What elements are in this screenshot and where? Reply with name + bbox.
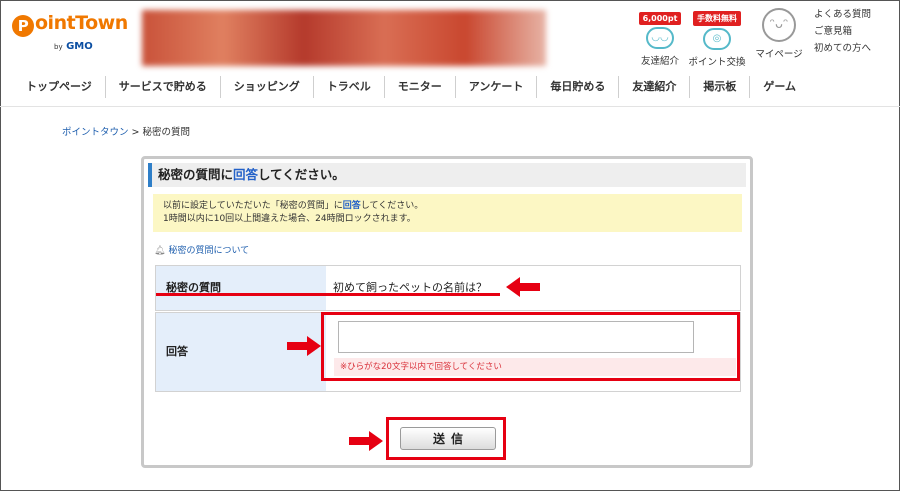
faq-link[interactable]: よくある質問 [814,6,871,23]
arrow-right-icon [349,431,383,451]
arrow-left-icon [506,277,540,297]
breadcrumb-separator: > [131,127,140,138]
nav-item-games[interactable]: ゲーム [749,76,809,98]
nav-item-services[interactable]: サービスで貯める [104,76,220,98]
notice-line-1: 以前に設定していただいた「秘密の質問」に回答してください。 [163,201,424,211]
breadcrumb-home-link[interactable]: ポイントタウン [62,127,129,138]
notice-box: 以前に設定していただいた「秘密の質問」に回答してください。 1時間以内に10回以… [153,194,742,232]
pointtown-logo[interactable]: PointTown by GMO [12,12,137,60]
logo-text: ointTown [35,12,128,34]
no-fee-badge: 手数料無料 [693,11,741,26]
smile-icon: ◡◡ [646,27,674,49]
nav-item-monitor[interactable]: モニター [383,76,455,98]
panel-title: 秘密の質問に回答してください。 [148,163,746,187]
question-label: 秘密の質問 [156,266,326,310]
point-exchange-label: ポイント交換 [688,57,746,68]
nav-item-board[interactable]: 掲示板 [689,76,749,98]
nav-item-top[interactable]: トップページ [14,76,105,98]
nav-item-daily[interactable]: 毎日貯める [536,76,618,98]
about-secret-question-link[interactable]: 🔔︎ 秘密の質問について [154,243,249,256]
avatar-icon: ᵔᴗᵔ [762,8,796,42]
blurred-banner-ad[interactable] [142,10,546,66]
header-links: よくある質問 ご意見箱 初めての方へ [814,6,871,57]
header-mypage[interactable]: ᵔᴗᵔ マイページ [750,8,808,60]
nav-item-shopping[interactable]: ショッピング [219,76,313,98]
notice-line-2: 1時間以内に10回以上間違えた場合、24時間ロックされます。 [163,214,416,224]
nav-item-travel[interactable]: トラベル [312,76,384,98]
breadcrumb-current: 秘密の質問 [142,127,191,138]
question-underline-highlight [156,293,500,296]
friend-invite-label: 友達紹介 [640,56,679,67]
logo-by-gmo: by GMO [54,41,93,52]
coin-exchange-icon: ◎ [703,28,731,50]
beginners-link[interactable]: 初めての方へ [814,40,871,57]
submit-button-highlight [386,417,506,460]
bell-icon: 🔔︎ [154,246,166,256]
nav-divider [0,106,900,107]
header-friend-invite[interactable]: 6,000pt ◡◡ 友達紹介 [631,6,689,67]
breadcrumb: ポイントタウン > 秘密の質問 [62,124,190,138]
feedback-link[interactable]: ご意見箱 [814,23,871,40]
header-point-exchange[interactable]: 手数料無料 ◎ ポイント交換 [688,6,746,68]
answer-field-highlight [321,312,740,381]
arrow-right-icon [287,336,321,356]
logo-initial: P [12,15,34,37]
question-row: 秘密の質問 初めて飼ったペットの名前は？ [155,265,741,311]
logo-wordmark: PointTown [12,12,128,37]
points-badge: 6,000pt [638,12,682,25]
global-nav: トップページ サービスで貯める ショッピング トラベル モニター アンケート 毎… [14,76,809,98]
nav-item-survey[interactable]: アンケート [454,76,537,98]
question-text: 初めて飼ったペットの名前は？ [333,281,487,294]
nav-item-friend[interactable]: 友達紹介 [618,76,689,98]
mypage-label: マイページ [755,49,803,60]
